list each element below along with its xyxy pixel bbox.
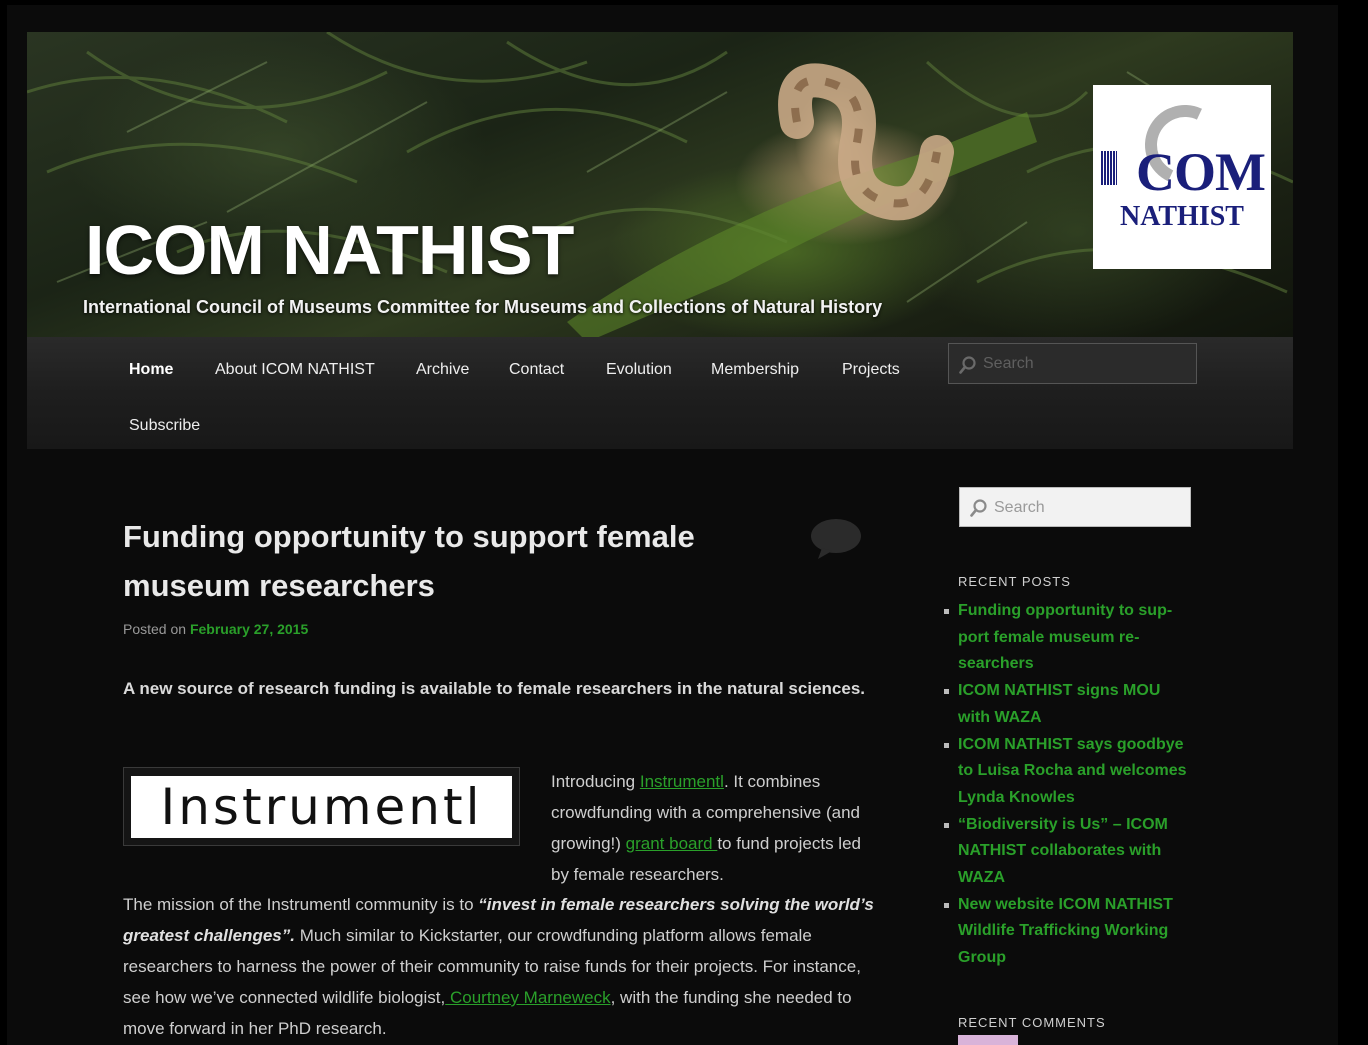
recent-post-link[interactable]: ICOM NATHIST says goodbye to Luisa Rocha… xyxy=(944,732,1196,812)
recent-post-link[interactable]: ICOM NATHIST signs MOU with WAZA xyxy=(944,678,1196,731)
header-search-input[interactable] xyxy=(983,353,1183,375)
intro-text-1: Introducing xyxy=(551,772,640,791)
post-intro-paragraph: Introducing Instrumentl. It combines cro… xyxy=(551,766,871,890)
sidebar-search-input[interactable] xyxy=(994,497,1184,519)
nav-item-contact[interactable]: Contact xyxy=(509,361,564,379)
sidebar-search-box[interactable] xyxy=(959,487,1191,527)
instrumentl-logo-image: Instrumentl xyxy=(131,776,512,838)
logo-icom-text: COM xyxy=(1136,142,1266,202)
avatar xyxy=(958,1035,1018,1045)
search-icon xyxy=(959,356,976,374)
post-mission-paragraph: The mission of the Instrumentl community… xyxy=(123,889,883,1044)
recent-post-link[interactable]: New website ICOM NATHIST Wildlife Traffi… xyxy=(944,892,1196,972)
site-description: International Council of Museums Committ… xyxy=(83,297,883,317)
nav-item-about[interactable]: About ICOM NATHIST xyxy=(215,361,375,379)
mission-text-1: The mission of the Instrumentl community… xyxy=(123,895,479,914)
nav-item-home[interactable]: Home xyxy=(129,361,173,379)
post-lead: A new source of research funding is avai… xyxy=(123,679,865,698)
sidebar-search-icon xyxy=(970,499,987,517)
posted-on-label: Posted on xyxy=(123,621,187,637)
nav-item-evolution[interactable]: Evolution xyxy=(606,361,672,379)
site-header: ICOM NATHIST International Council of Mu… xyxy=(27,32,1293,337)
instrumentl-image-frame: Instrumentl xyxy=(123,767,520,846)
post-meta: Posted on February 27, 2015 xyxy=(123,621,308,637)
post-date-link[interactable]: February 27, 2015 xyxy=(190,621,308,637)
recent-comments-heading: RECENT COMMENTS xyxy=(958,1015,1106,1030)
recent-post-link[interactable]: “Biodiversity is Us” – ICOM NATHIST coll… xyxy=(944,812,1196,892)
courtney-marneweck-link[interactable]: Courtney Marneweck xyxy=(445,988,611,1007)
header-search-box[interactable] xyxy=(948,343,1197,384)
main-navigation: Home About ICOM NATHIST Archive Contact … xyxy=(27,337,1293,449)
instrumentl-link[interactable]: Instrumentl xyxy=(640,772,724,791)
recent-posts-heading: RECENT POSTS xyxy=(958,574,1071,589)
recent-post-link[interactable]: Funding opportunity to sup­port female m… xyxy=(944,598,1196,678)
icom-nathist-logo: COM NATHIST xyxy=(1093,85,1271,269)
logo-nathist-text: NATHIST xyxy=(1120,201,1244,232)
nav-item-subscribe[interactable]: Subscribe xyxy=(129,417,200,435)
recent-posts-list: Funding opportunity to sup­port female m… xyxy=(944,598,1196,972)
site-title[interactable]: ICOM NATHIST xyxy=(85,210,574,290)
nav-item-membership[interactable]: Membership xyxy=(711,361,799,379)
comment-bubble-icon[interactable] xyxy=(810,518,862,560)
nav-item-archive[interactable]: Archive xyxy=(416,361,469,379)
nav-item-projects[interactable]: Projects xyxy=(842,361,900,379)
post-title[interactable]: Funding opportunity to support female mu… xyxy=(123,512,763,610)
grant-board-link[interactable]: grant board xyxy=(626,834,718,853)
